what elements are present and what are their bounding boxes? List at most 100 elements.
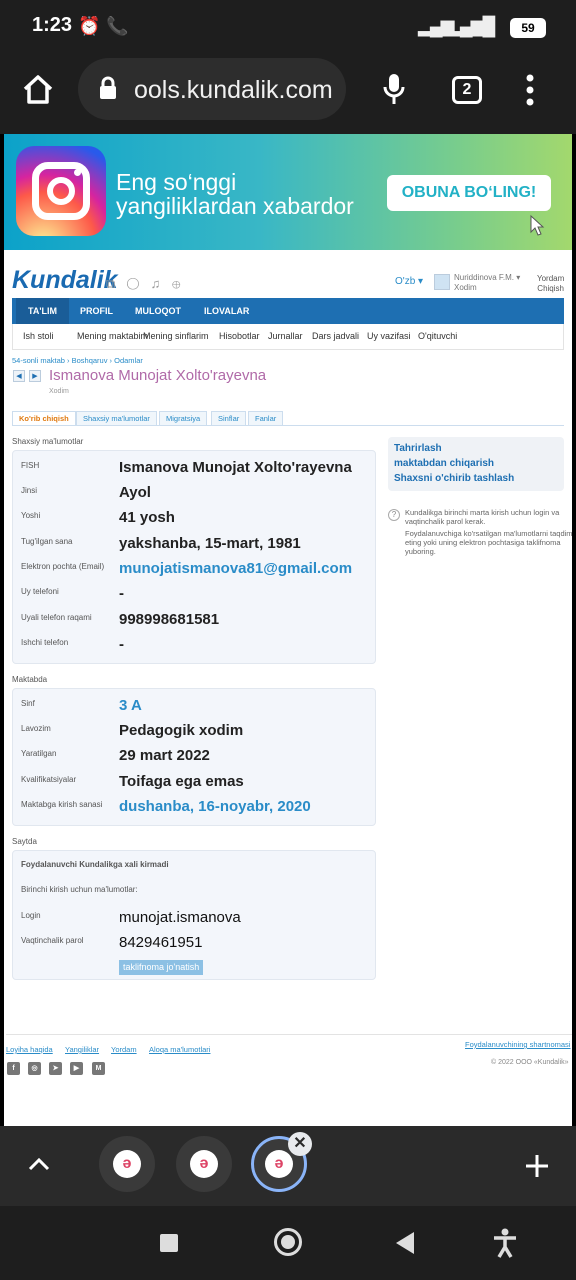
url-text[interactable]: ools.kundalik.com xyxy=(134,76,333,105)
alarm-icon: ⏰ xyxy=(78,16,101,36)
instagram-banner[interactable]: Eng so‘nggi yangiliklardan xabardor OBUNA… xyxy=(4,134,572,250)
value-sinf[interactable]: 3 A xyxy=(119,697,142,714)
footer-link-about[interactable]: Loyiha haqida xyxy=(6,1045,53,1054)
back-icon[interactable] xyxy=(396,1232,414,1254)
value-yaratilgan: 29 mart 2022 xyxy=(119,747,210,764)
subnav-oqituvchi[interactable]: O'qituvchi xyxy=(418,331,457,341)
subscribe-button[interactable]: OBUNA BO‘LING! xyxy=(387,175,551,211)
close-tab-icon[interactable]: ✕ xyxy=(288,1132,312,1156)
accessibility-icon[interactable] xyxy=(492,1228,518,1258)
nav-talim[interactable]: TA'LIM xyxy=(16,298,69,324)
help-link: Yordam xyxy=(537,274,565,283)
label-fish: FISH xyxy=(21,461,40,470)
label-login: Login xyxy=(21,911,41,920)
delete-person-link[interactable]: Shaxsni o'chirib tashlash xyxy=(394,473,514,484)
user-menu[interactable]: Nuriddinova F.M. ▾ Xodim xyxy=(454,273,520,293)
chevron-up-icon[interactable] xyxy=(28,1156,50,1172)
home-button-icon[interactable] xyxy=(274,1228,302,1256)
section-personal-title: Shaxsiy ma'lumotlar xyxy=(12,437,84,446)
value-work-phone: - xyxy=(119,636,124,653)
footer-link-help[interactable]: Yordam xyxy=(111,1045,137,1054)
nav-ilovalar[interactable]: ILOVALAR xyxy=(192,298,261,324)
value-mobile: 998998681581 xyxy=(119,611,220,628)
value-birthdate: yakshanba, 15-mart, 1981 xyxy=(119,535,301,552)
telegram-icon[interactable]: ➤ xyxy=(49,1062,62,1075)
label-temp-password: Vaqtinchalik parol xyxy=(21,936,84,945)
language-selector[interactable]: O'zb ▾ xyxy=(395,276,423,287)
label-home-phone: Uy telefoni xyxy=(21,587,59,596)
send-invite-button[interactable]: taklifnoma jo'natish xyxy=(119,960,204,975)
copyright: © 2022 OOO «Kundalik» xyxy=(491,1059,569,1066)
footer-link-agreement[interactable]: Foydalanuvchining shartnomasi xyxy=(465,1040,570,1049)
subnav-mening-maktabim[interactable]: Mening maktabim xyxy=(77,331,148,341)
new-tab-icon[interactable] xyxy=(524,1153,550,1179)
value-email[interactable]: munojatismanova81@gmail.com xyxy=(119,560,352,577)
youtube-icon[interactable]: ▶ xyxy=(70,1062,83,1075)
first-login-label: Birinchi kirish uchun ma'lumotlar: xyxy=(21,885,138,894)
instagram-small-icon[interactable]: ◎ xyxy=(28,1062,41,1075)
label-yaratilgan: Yaratilgan xyxy=(21,749,57,758)
value-jinsi: Ayol xyxy=(119,484,151,501)
tab-thumb-1[interactable]: ǝ xyxy=(99,1136,155,1192)
label-lavozim: Lavozim xyxy=(21,724,51,733)
value-login: munojat.ismanova xyxy=(119,909,241,926)
home-icon[interactable] xyxy=(22,74,54,104)
lock-icon xyxy=(100,76,116,99)
facebook-icon[interactable]: f xyxy=(7,1062,20,1075)
tab-korib-chiqish[interactable]: Ko'rib chiqish xyxy=(12,411,76,426)
label-yoshi: Yoshi xyxy=(21,511,41,520)
wifi-icon: ◠ xyxy=(478,16,494,36)
info-text-1: Kundalikga birinchi marta kirish uchun l… xyxy=(405,508,560,526)
battery-icon: 59 xyxy=(510,18,546,38)
value-home-phone: - xyxy=(119,585,124,602)
next-arrow-icon[interactable]: ▶ xyxy=(29,370,41,382)
status-bar: 1:23 ⏰ 📞 ▂▄▆ ▂▄▆█ ◠ 59 xyxy=(0,0,576,56)
tab-thumb-2[interactable]: ǝ xyxy=(176,1136,232,1192)
logout-link: Chiqish xyxy=(537,284,564,293)
label-work-phone: Ishchi telefon xyxy=(21,638,69,647)
value-fish: Ismanova Munojat Xolto'rayevna xyxy=(119,459,352,476)
remove-from-school-link[interactable]: maktabdan chiqarish xyxy=(394,458,494,469)
breadcrumb[interactable]: 54-sonli maktab › Boshqaruv › Odamlar xyxy=(12,356,143,365)
edit-link[interactable]: Tahrirlash xyxy=(394,443,442,454)
subnav-dars-jadvali[interactable]: Dars jadvali xyxy=(312,331,359,341)
tab-sinflar[interactable]: Sinflar xyxy=(211,411,247,426)
help-links[interactable]: Yordam Chiqish xyxy=(537,274,564,294)
section-school-title: Maktabda xyxy=(12,675,48,684)
value-lavozim: Pedagogik xodim xyxy=(119,722,244,739)
menu-icon[interactable] xyxy=(525,74,535,106)
value-kvalifikatsiya: Toifaga ega emas xyxy=(119,773,244,790)
banner-text: Eng so‘nggi yangiliklardan xabardor xyxy=(116,169,354,219)
subnav-jurnallar[interactable]: Jurnallar xyxy=(268,331,303,341)
footer-link-news[interactable]: Yangiliklar xyxy=(65,1045,99,1054)
kundalik-logo[interactable]: Kundalik xyxy=(12,266,118,295)
mail-icon[interactable]: M xyxy=(92,1062,105,1075)
nav-muloqot[interactable]: MULOQOT xyxy=(123,298,193,324)
subnav-ish-stoli[interactable]: Ish stoli xyxy=(23,331,54,341)
nav-profil[interactable]: PROFIL xyxy=(68,298,125,324)
sub-nav: Ish stoli Mening maktabim Mening sinflar… xyxy=(12,324,564,350)
main-nav: TA'LIM PROFIL MULOQOT ILOVALAR xyxy=(12,298,564,324)
call-forward-icon: 📞 xyxy=(106,16,129,36)
info-text-2: Foydalanuvchiga ko'rsatilgan ma'lumotlar… xyxy=(405,529,572,556)
recents-icon[interactable] xyxy=(160,1234,178,1252)
personal-card: FISH Ismanova Munojat Xolto'rayevna Jins… xyxy=(12,450,376,664)
mic-icon[interactable] xyxy=(383,72,405,106)
label-sinf: Sinf xyxy=(21,699,35,708)
label-email: Elektron pochta (Email) xyxy=(21,562,105,571)
value-start-date: dushanba, 16-noyabr, 2020 xyxy=(119,798,311,815)
tab-migratsiya[interactable]: Migratsiya xyxy=(159,411,208,426)
prev-arrow-icon[interactable]: ◀ xyxy=(13,370,25,382)
avatar[interactable] xyxy=(434,274,450,290)
tab-count-button[interactable]: 2 xyxy=(452,76,482,104)
tab-shaxsiy-malumotlar[interactable]: Shaxsiy ma'lumotlar xyxy=(76,411,157,426)
label-birthdate: Tug'ilgan sana xyxy=(21,537,73,546)
header-icons[interactable]: ⧉ ◯ ♫ ⊕ xyxy=(106,276,185,292)
subnav-uy-vazifasi[interactable]: Uy vazifasi xyxy=(367,331,411,341)
person-role: Xodim xyxy=(49,388,69,395)
subnav-hisobotlar[interactable]: Hisobotlar xyxy=(219,331,260,341)
instagram-icon xyxy=(16,146,106,236)
subnav-mening-sinflarim[interactable]: Mening sinflarim xyxy=(143,331,209,341)
footer-link-contacts[interactable]: Aloqa ma'lumotlari xyxy=(149,1045,210,1054)
tab-fanlar[interactable]: Fanlar xyxy=(248,411,284,426)
